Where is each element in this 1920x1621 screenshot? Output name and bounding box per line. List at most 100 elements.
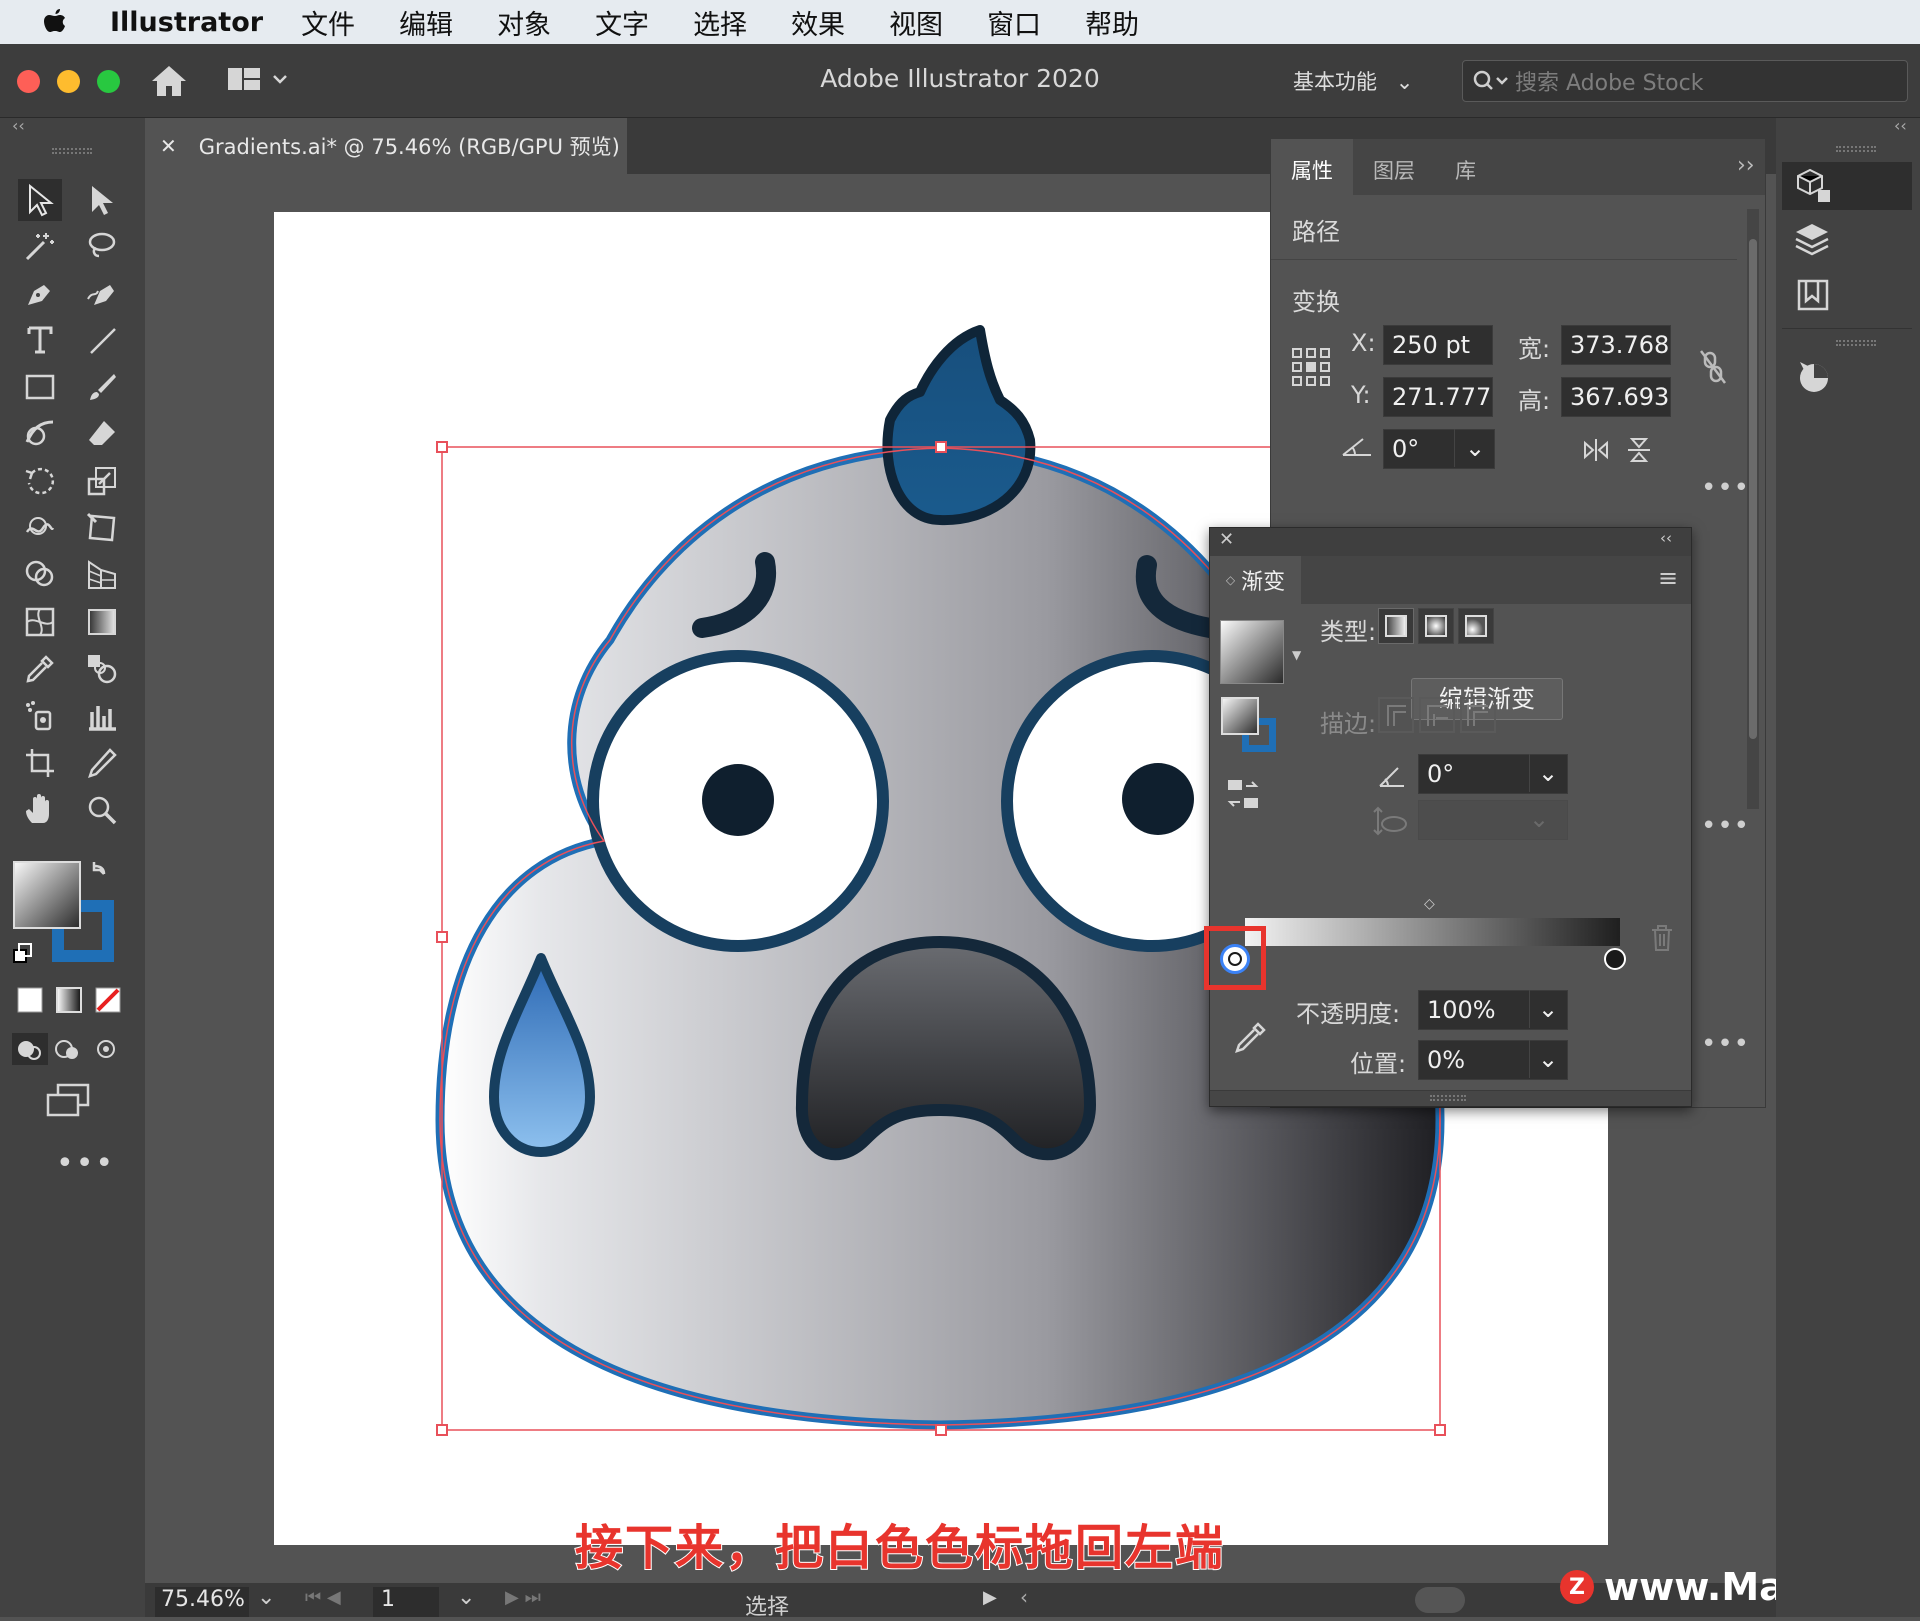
stop-opacity-field[interactable]: 100% ⌄: [1418, 990, 1568, 1030]
zoom-window-button[interactable]: [97, 70, 120, 93]
aspect-ratio-field[interactable]: ⌄: [1418, 800, 1568, 840]
dock-properties-button[interactable]: [1782, 162, 1912, 210]
menu-window[interactable]: 窗口: [987, 3, 1041, 42]
linear-gradient-button[interactable]: [1378, 608, 1414, 644]
perspective-grid-tool-icon[interactable]: [80, 554, 124, 596]
eyedropper-tool-icon[interactable]: [18, 648, 62, 690]
menu-type[interactable]: 文字: [595, 3, 649, 42]
symbol-sprayer-tool-icon[interactable]: [18, 695, 62, 737]
appearance-more-options-icon[interactable]: •••: [1701, 811, 1750, 841]
rectangle-tool-icon[interactable]: [18, 366, 62, 408]
blend-tool-icon[interactable]: [80, 648, 124, 690]
scroll-left-icon[interactable]: ‹: [1020, 1585, 1028, 1609]
radial-gradient-button[interactable]: [1418, 608, 1454, 644]
constrain-proportions-icon[interactable]: [1699, 349, 1727, 389]
gradient-swatch-preview[interactable]: [1220, 620, 1284, 684]
gradient-midpoint-icon[interactable]: ◇: [1424, 896, 1435, 912]
close-window-button[interactable]: [17, 70, 40, 93]
properties-scrollbar[interactable]: [1747, 209, 1759, 809]
workspace-switcher[interactable]: 基本功能 ⌄: [1293, 66, 1413, 96]
opacity-chevron-icon[interactable]: ⌄: [1529, 990, 1567, 1028]
artboard-tool-icon[interactable]: [18, 742, 62, 784]
stock-search-input[interactable]: 搜索 Adobe Stock: [1462, 60, 1908, 102]
pen-tool-icon[interactable]: [18, 272, 62, 314]
rotate-angle-field[interactable]: 0° ⌄: [1383, 429, 1495, 469]
apple-icon[interactable]: [0, 0, 110, 44]
x-position-field[interactable]: 250 pt: [1383, 325, 1493, 365]
selection-tool-icon[interactable]: [18, 179, 62, 221]
gradient-angle-field[interactable]: 0° ⌄: [1418, 754, 1568, 794]
menu-edit[interactable]: 编辑: [399, 3, 453, 42]
close-tab-icon[interactable]: ✕: [160, 134, 177, 158]
tab-gradient[interactable]: ◇ 渐变: [1210, 556, 1301, 604]
arrange-documents-icon[interactable]: [228, 66, 288, 100]
dock-grip-2[interactable]: [1836, 340, 1876, 346]
drawing-mode-buttons[interactable]: [12, 1031, 122, 1071]
flip-vertical-icon[interactable]: [1626, 435, 1652, 469]
stop-location-field[interactable]: 0% ⌄: [1418, 1040, 1568, 1080]
tab-libraries[interactable]: 库: [1435, 139, 1496, 195]
rotate-angle-chevron-icon[interactable]: ⌄: [1454, 429, 1494, 467]
gradient-tool-icon[interactable]: [80, 601, 124, 643]
hair-tuft[interactable]: [882, 325, 1036, 526]
mesh-tool-icon[interactable]: [18, 601, 62, 643]
gradient-preset-chevron-icon[interactable]: ▼: [1292, 648, 1301, 662]
type-tool-icon[interactable]: [18, 319, 62, 361]
shape-builder-tool-icon[interactable]: [18, 554, 62, 596]
gradient-slider[interactable]: [1245, 918, 1620, 946]
horizontal-scroll-thumb[interactable]: [1415, 1587, 1465, 1613]
hand-tool-icon[interactable]: [18, 789, 62, 831]
artboard-number-field[interactable]: 1: [373, 1587, 439, 1617]
menu-select[interactable]: 选择: [693, 3, 747, 42]
menu-app-name[interactable]: Illustrator: [110, 7, 263, 38]
transform-more-options-icon[interactable]: •••: [1701, 473, 1750, 503]
libraries-panel-icon[interactable]: [1796, 278, 1830, 316]
color-guide-icon[interactable]: [1794, 356, 1834, 400]
document-tab[interactable]: ✕ Gradients.ai* @ 75.46% (RGB/GPU 预览): [145, 118, 627, 174]
magic-wand-tool-icon[interactable]: [18, 225, 62, 267]
screen-mode-icon[interactable]: [46, 1083, 92, 1121]
menu-view[interactable]: 视图: [889, 3, 943, 42]
collapse-dock-icon[interactable]: ‹‹: [1894, 116, 1907, 135]
align-more-options-icon[interactable]: •••: [1701, 1029, 1750, 1059]
rotate-tool-icon[interactable]: [18, 460, 62, 502]
fill-stroke-swatches[interactable]: [12, 860, 122, 974]
gradient-stop-white[interactable]: [1220, 944, 1250, 974]
properties-scroll-thumb[interactable]: [1749, 239, 1757, 739]
close-panel-icon[interactable]: ✕: [1219, 529, 1234, 550]
layers-panel-icon[interactable]: [1794, 222, 1830, 260]
warp-tool-icon[interactable]: [18, 507, 62, 549]
artboard-chevron-icon[interactable]: ⌄: [457, 1585, 475, 1610]
eraser-tool-icon[interactable]: [80, 413, 124, 455]
zoom-tool-icon[interactable]: [80, 789, 124, 831]
paintbrush-tool-icon[interactable]: [80, 366, 124, 408]
dock-grip[interactable]: [1836, 146, 1876, 152]
panel-menu-icon[interactable]: ≡: [1658, 564, 1678, 592]
width-field[interactable]: 373.768: [1561, 325, 1671, 365]
gradient-angle-chevron-icon[interactable]: ⌄: [1529, 754, 1567, 792]
menu-help[interactable]: 帮助: [1085, 3, 1139, 42]
delete-stop-icon[interactable]: [1650, 924, 1674, 956]
line-tool-icon[interactable]: [80, 319, 124, 361]
reference-point-icon[interactable]: [1291, 347, 1331, 391]
height-field[interactable]: 367.693: [1561, 377, 1671, 417]
slice-tool-icon[interactable]: [80, 742, 124, 784]
zoom-level-field[interactable]: 75.46%: [155, 1587, 249, 1617]
panel-resize-grip[interactable]: [1210, 1090, 1691, 1106]
freeform-gradient-button[interactable]: [1458, 608, 1494, 644]
more-tools-icon[interactable]: •••: [56, 1146, 115, 1181]
home-icon[interactable]: [150, 64, 188, 102]
last-artboard-icon[interactable]: ▶ ⏭: [505, 1587, 541, 1608]
column-graph-tool-icon[interactable]: [80, 695, 124, 737]
status-menu-icon[interactable]: ▶: [983, 1587, 997, 1608]
fill-stroke-toggle-icon[interactable]: [1220, 696, 1280, 760]
panel-expand-icon[interactable]: ››: [1737, 153, 1755, 178]
free-transform-tool-icon[interactable]: [80, 507, 124, 549]
scale-tool-icon[interactable]: [80, 460, 124, 502]
menu-effect[interactable]: 效果: [791, 3, 845, 42]
shaper-tool-icon[interactable]: [18, 413, 62, 455]
curvature-tool-icon[interactable]: [80, 272, 124, 314]
menu-file[interactable]: 文件: [301, 3, 355, 42]
lasso-tool-icon[interactable]: [80, 225, 124, 267]
gradient-panel-titlebar[interactable]: ✕ ‹‹: [1210, 528, 1691, 556]
